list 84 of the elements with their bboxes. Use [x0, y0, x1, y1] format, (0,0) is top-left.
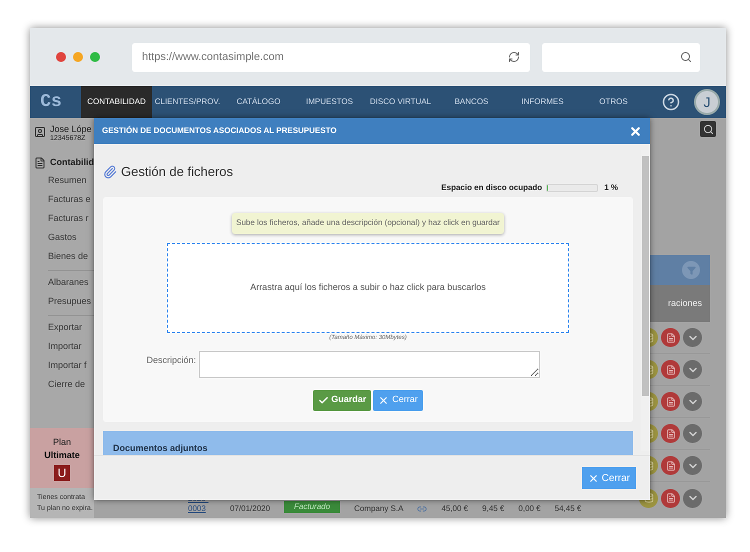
close-window-icon[interactable] [56, 52, 66, 62]
sidebar-item[interactable]: Resumen [48, 172, 94, 190]
sidebar-item[interactable]: Albaranes [48, 274, 94, 292]
link-icon[interactable] [417, 504, 428, 514]
close-icon [588, 472, 599, 484]
pdf-button[interactable] [661, 456, 680, 475]
disk-usage-label: Espacio en disco ocupado [441, 182, 542, 194]
table-cell: 45,00 € [441, 504, 468, 514]
document-icon [666, 396, 676, 406]
help-icon[interactable] [662, 93, 680, 111]
more-button[interactable] [683, 392, 702, 411]
search-button[interactable] [700, 121, 716, 137]
save-button[interactable]: Guardar [313, 390, 372, 410]
description-label: Descripción: [145, 354, 196, 367]
address-field[interactable]: https://www.contasimple.com [132, 42, 530, 72]
document-icon [666, 364, 676, 374]
section-title: Contabilid [50, 156, 94, 169]
document-icon [666, 332, 676, 342]
nav-tab[interactable]: CATÁLOGO [223, 86, 294, 118]
pdf-button[interactable] [661, 360, 680, 379]
table-cell: Company S.A [354, 504, 404, 514]
tip-text: Sube los ficheros, añade una descripción (opcional) y haz click en guardar [232, 212, 504, 234]
nav-tab[interactable]: CLIENTES/PROV. [152, 86, 223, 118]
pdf-button[interactable] [661, 424, 680, 443]
description-field[interactable] [199, 350, 540, 378]
table-cell: 0,00 € [518, 504, 541, 514]
cancel-button[interactable]: Cerrar [373, 390, 423, 410]
document-icon [666, 460, 676, 470]
sidebar-item[interactable]: Bienes de [48, 248, 94, 266]
table-cell: 54,45 € [554, 504, 582, 514]
more-button[interactable] [683, 488, 702, 508]
sidebar-item[interactable]: Facturas r [48, 210, 94, 228]
paperclip-icon [103, 164, 117, 179]
drop-zone[interactable]: Arrastra aquí los ficheros a subir o haz click para buscarlos [167, 242, 569, 332]
scrollbar-thumb[interactable] [642, 156, 649, 396]
dialog-title: GESTIÓN DE DOCUMENTOS ASOCIADOS AL PRESUPUESTO [102, 125, 338, 137]
document-icon [666, 493, 676, 503]
sidebar-item[interactable]: Presupues [48, 292, 94, 312]
sidebar-item[interactable]: Importar f [48, 356, 94, 376]
browser-search-field[interactable] [542, 42, 700, 72]
user-icon [34, 126, 46, 138]
nav-tab[interactable]: OTROS [578, 86, 649, 118]
pdf-button[interactable] [661, 488, 680, 508]
sidebar-item[interactable]: Gastos [48, 228, 94, 248]
url-text: https://www.contasimple.com [142, 50, 285, 65]
nav-tab[interactable]: DISCO VIRTUAL [365, 86, 436, 118]
nav-tab[interactable]: CONTABILIDAD [81, 86, 152, 118]
maximize-window-icon[interactable] [90, 52, 100, 62]
close-button[interactable]: Cerrar [582, 467, 636, 489]
table-cell: 07/01/2020 [230, 504, 270, 514]
reload-icon[interactable] [508, 51, 520, 63]
nav-tab[interactable]: INFORMES [507, 86, 578, 118]
search-icon[interactable] [680, 51, 692, 63]
attachments-heading: Documentos adjuntos [113, 442, 208, 452]
pdf-button[interactable] [661, 328, 680, 347]
logo[interactable]: Cs [30, 86, 72, 118]
user-avatar[interactable]: J [694, 89, 720, 115]
user-name: Jose Lópe [50, 124, 92, 134]
nav-tab[interactable]: IMPUESTOS [294, 86, 365, 118]
document-icon [34, 156, 46, 169]
pdf-button[interactable] [661, 392, 680, 411]
plan-label: Plan [52, 436, 71, 448]
more-button[interactable] [683, 360, 702, 379]
sidebar-item[interactable]: Importar [48, 338, 94, 356]
status-badge: Facturado [284, 501, 340, 513]
more-button[interactable] [683, 328, 702, 347]
check-icon [318, 394, 330, 406]
plan-badge: U [54, 464, 70, 480]
disk-usage-reading: 1 % [604, 182, 618, 194]
document-icon [666, 428, 676, 438]
nav-tab[interactable]: BANCOS [436, 86, 507, 118]
column-header: raciones [668, 296, 702, 310]
table-cell: 9,45 € [482, 504, 504, 514]
filter-icon [686, 266, 696, 274]
sidebar-item[interactable]: Facturas e [48, 190, 94, 210]
close-icon [378, 394, 390, 406]
search-icon [702, 124, 714, 134]
close-icon[interactable] [629, 124, 642, 138]
more-button[interactable] [683, 424, 702, 443]
sidebar-item[interactable]: Exportar [48, 318, 94, 338]
section-heading: Gestión de ficheros [121, 163, 234, 181]
more-button[interactable] [683, 456, 702, 475]
sidebar-item[interactable]: Cierre de [48, 376, 94, 394]
plan-name: Ultimate [44, 449, 80, 462]
